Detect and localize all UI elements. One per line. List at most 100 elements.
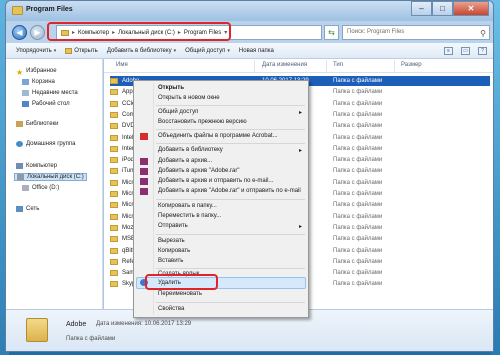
menu-share[interactable]: Общий доступ <box>158 109 198 115</box>
column-type[interactable]: Тип <box>333 62 343 68</box>
folder-icon <box>110 78 118 84</box>
refresh-button[interactable]: ⇆ <box>324 25 339 40</box>
folder-icon <box>110 134 118 141</box>
folder-icon <box>110 258 118 265</box>
library-icon <box>16 121 23 127</box>
nav-libraries[interactable]: Библиотеки <box>16 121 59 127</box>
submenu-arrow-icon: ▸ <box>298 110 302 116</box>
folder-icon <box>110 236 118 243</box>
menu-separator <box>156 199 305 200</box>
nav-basket[interactable]: Корзина <box>22 79 55 85</box>
add-to-library-button[interactable]: Добавить в библиотеку ▾ <box>107 48 176 54</box>
file-type: Папка с файлами <box>333 281 383 288</box>
new-folder-label: Новая папка <box>238 47 274 54</box>
new-folder-button[interactable]: Новая папка <box>239 48 274 54</box>
menu-separator <box>156 143 305 144</box>
menu-restore[interactable]: Восстановить прежнюю версию <box>158 119 247 125</box>
view-options-icon[interactable]: ≡ <box>444 47 453 55</box>
nav-recent[interactable]: Недавние места <box>22 90 78 96</box>
menu-separator <box>156 302 305 303</box>
search-placeholder: Поиск: Program Files <box>347 29 405 35</box>
menu-open[interactable]: Открыть <box>158 85 184 91</box>
drive-icon <box>22 185 29 191</box>
title-bar: Program Files – □ ✕ <box>6 1 493 21</box>
folder-icon <box>110 224 118 231</box>
nav-computer-label: Компьютер <box>26 163 58 169</box>
search-input[interactable]: Поиск: Program Files ⚲ <box>342 25 490 40</box>
nav-desktop[interactable]: Рабочий стол <box>22 101 70 107</box>
folder-icon <box>12 6 23 15</box>
organize-button[interactable]: Упорядочить ▾ <box>16 48 56 54</box>
nav-computer[interactable]: Компьютер <box>16 163 57 169</box>
window-title: Program Files <box>26 6 73 13</box>
folder-icon <box>110 89 118 96</box>
folder-icon <box>110 191 118 197</box>
column-name[interactable]: Имя <box>116 62 128 68</box>
nav-homegroup[interactable]: Домашняя группа <box>16 141 76 147</box>
close-button[interactable]: ✕ <box>453 1 489 16</box>
preview-pane-icon[interactable]: ▭ <box>461 47 470 55</box>
menu-add-library[interactable]: Добавить в библиотеку <box>158 147 223 153</box>
nav-favorites-label: Избранное <box>26 68 57 74</box>
file-type: Папка с файлами <box>333 100 383 107</box>
menu-add-archive[interactable]: Добавить в архив... <box>158 158 212 164</box>
nav-local-disk[interactable]: Локальный диск (C:) <box>14 173 87 181</box>
submenu-arrow-icon: ▸ <box>298 148 302 154</box>
column-divider <box>394 60 395 72</box>
minimize-button[interactable]: – <box>411 1 432 16</box>
window-controls: – □ ✕ <box>411 1 489 16</box>
file-type: Папка с файлами <box>333 191 383 197</box>
folder-icon <box>110 179 118 186</box>
share-button[interactable]: Общий доступ ▾ <box>185 48 230 54</box>
chevron-down-icon: ▾ <box>53 47 57 54</box>
file-type: Папка с файлами <box>333 168 383 175</box>
help-icon[interactable]: ? <box>478 47 487 55</box>
nav-network[interactable]: Сеть <box>16 206 39 212</box>
menu-acrobat[interactable]: Объединить файлы в программе Acrobat... <box>158 133 278 139</box>
forward-button[interactable]: ▶ <box>30 25 45 40</box>
details-type: Папка с файлами <box>66 336 116 342</box>
recent-places-icon <box>22 90 29 96</box>
open-label: Открыть <box>74 47 98 54</box>
menu-move-to[interactable]: Переместить в папку... <box>158 213 221 219</box>
file-type: Папка с файлами <box>333 89 383 96</box>
chevron-down-icon: ▾ <box>173 47 177 54</box>
menu-copy-to[interactable]: Копировать в папку... <box>158 203 217 209</box>
nav-basket-label: Корзина <box>32 79 55 85</box>
menu-cut[interactable]: Вырезать <box>158 238 185 244</box>
back-button[interactable]: ◀ <box>12 25 27 40</box>
file-type: Папка с файлами <box>333 134 383 141</box>
menu-separator <box>156 105 305 106</box>
menu-archive-email[interactable]: Добавить в архив и отправить по e-mail..… <box>158 178 273 184</box>
folder-icon <box>110 100 118 107</box>
details-name: Adobe <box>66 321 87 328</box>
menu-send-to[interactable]: Отправить <box>158 223 188 229</box>
menu-rename[interactable]: Переименовать <box>158 291 202 297</box>
menu-rar-email[interactable]: Добавить в архив "Adobe.rar" и отправить… <box>158 188 301 194</box>
file-type: Папка с файлами <box>333 202 383 209</box>
folder-icon <box>110 111 118 118</box>
maximize-button[interactable]: □ <box>432 1 453 16</box>
nav-libraries-label: Библиотеки <box>26 121 59 127</box>
file-type: Папка с файлами <box>333 258 383 265</box>
menu-copy[interactable]: Копировать <box>158 248 190 254</box>
nav-office-disk[interactable]: Office (D:) <box>22 185 59 191</box>
menu-add-rar[interactable]: Добавить в архив "Adobe.rar" <box>158 168 239 174</box>
file-type: Папка с файлами <box>333 247 383 254</box>
nav-local-disk-label: Локальный диск (C:) <box>27 174 84 180</box>
file-type: Папка с файлами <box>333 145 383 152</box>
winrar-icon <box>140 168 148 175</box>
menu-paste[interactable]: Вставить <box>158 258 183 264</box>
menu-properties[interactable]: Свойства <box>158 306 184 312</box>
open-button[interactable]: Открыть <box>65 47 98 54</box>
view-controls: ≡ ▭ ? <box>444 47 487 55</box>
column-date[interactable]: Дата изменения <box>262 62 307 68</box>
navigation-pane: ★ Избранное Корзина Недавние места Рабочи… <box>6 59 103 309</box>
nav-favorites[interactable]: ★ Избранное <box>16 68 57 77</box>
folder-icon <box>110 168 118 175</box>
homegroup-icon <box>16 141 23 147</box>
file-type: Папка с файлами <box>333 157 383 164</box>
menu-open-new-window[interactable]: Открыть в новом окне <box>158 95 220 101</box>
column-size[interactable]: Размер <box>401 62 422 68</box>
column-divider <box>326 60 327 72</box>
